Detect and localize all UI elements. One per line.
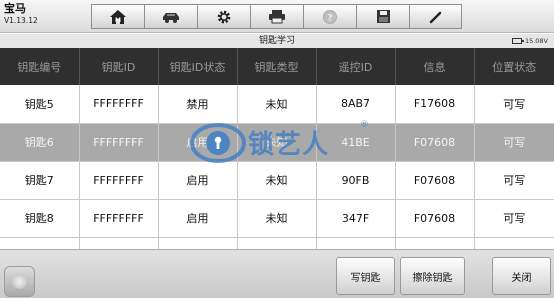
key-id-status-cell: 启用 <box>158 123 238 162</box>
remote-id-cell: 347F <box>316 199 396 238</box>
key-type-cell: 未知 <box>237 199 317 238</box>
key-id-cell: FFFFFFFF <box>79 199 159 238</box>
gear-icon <box>217 10 231 23</box>
key-type-cell: 未知 <box>237 123 317 162</box>
key-id-status-cell: 启用 <box>158 199 238 238</box>
home-button[interactable]: M <box>91 4 144 29</box>
table-row[interactable]: 钥匙5 FFFFFFFF 禁用 未知 8AB7 F17608 可写 <box>0 85 554 124</box>
vehicle-brand: 宝马 <box>4 2 26 15</box>
slot-status-cell: 可写 <box>474 123 554 162</box>
key-table: 钥匙编号 钥匙ID 钥匙ID状态 钥匙类型 遥控ID 信息 位置状态 钥匙5 F… <box>0 48 554 276</box>
column-header: 钥匙ID <box>79 48 159 85</box>
slot-status-cell: 可写 <box>474 161 554 200</box>
page-title-bar: 钥匙学习 15.08V <box>0 34 554 48</box>
svg-text:M: M <box>115 17 121 24</box>
close-button[interactable]: 关闭 <box>492 257 551 295</box>
slot-status-cell: 可写 <box>474 85 554 124</box>
edit-button[interactable] <box>409 4 462 29</box>
bottom-action-bar: 写钥匙 擦除钥匙 关闭 <box>0 249 554 298</box>
print-button[interactable] <box>250 4 303 29</box>
software-version: V1.13.12 <box>4 15 38 25</box>
column-header: 遥控ID <box>316 48 396 85</box>
save-button[interactable] <box>356 4 409 29</box>
key-id-cell: FFFFFFFF <box>79 161 159 200</box>
key-number-cell: 钥匙5 <box>0 85 80 124</box>
erase-key-button[interactable]: 擦除钥匙 <box>400 257 465 295</box>
slot-status-cell: 可写 <box>474 199 554 238</box>
svg-text:?: ? <box>327 13 332 23</box>
help-icon: ? <box>323 9 337 24</box>
brand-block: 宝马 V1.13.12 <box>4 3 38 24</box>
remote-id-cell: 8AB7 <box>316 85 396 124</box>
vehicle-swap-button[interactable] <box>144 4 197 29</box>
toolbar-buttons: M ? <box>91 4 471 29</box>
battery-icon <box>511 38 524 44</box>
table-row-selected[interactable]: 钥匙6 FFFFFFFF 启用 未知 41BE F07608 可写 <box>0 123 554 162</box>
help-button[interactable]: ? <box>303 4 356 29</box>
vehicle-swap-icon <box>163 12 179 23</box>
top-toolbar: 宝马 V1.13.12 M ? <box>0 0 554 33</box>
table-header-row: 钥匙编号 钥匙ID 钥匙ID状态 钥匙类型 遥控ID 信息 位置状态 <box>0 48 554 85</box>
info-cell: F17608 <box>395 85 475 124</box>
battery-voltage: 15.08V <box>524 37 548 45</box>
key-type-cell: 未知 <box>237 85 317 124</box>
column-header: 钥匙ID状态 <box>158 48 238 85</box>
table-row[interactable]: 钥匙8 FFFFFFFF 启用 未知 347F F07608 可写 <box>0 199 554 238</box>
column-header: 位置状态 <box>474 48 554 85</box>
key-number-cell: 钥匙7 <box>0 161 80 200</box>
key-id-cell: FFFFFFFF <box>79 123 159 162</box>
column-header: 钥匙类型 <box>237 48 317 85</box>
table-row[interactable]: 钥匙7 FFFFFFFF 启用 未知 90FB F07608 可写 <box>0 161 554 200</box>
device-home-button[interactable] <box>4 266 35 297</box>
column-header: 信息 <box>395 48 475 85</box>
key-id-status-cell: 禁用 <box>158 85 238 124</box>
remote-id-cell: 90FB <box>316 161 396 200</box>
key-number-cell: 钥匙8 <box>0 199 80 238</box>
key-number-cell: 钥匙6 <box>0 123 80 162</box>
key-type-cell: 未知 <box>237 161 317 200</box>
info-cell: F07608 <box>395 123 475 162</box>
pen-icon <box>429 11 441 23</box>
save-icon <box>376 10 390 23</box>
info-cell: F07608 <box>395 161 475 200</box>
key-id-status-cell: 启用 <box>158 161 238 200</box>
page-title: 钥匙学习 <box>258 36 295 46</box>
settings-button[interactable] <box>197 4 250 29</box>
info-cell: F07608 <box>395 199 475 238</box>
write-key-button[interactable]: 写钥匙 <box>336 257 395 295</box>
printer-icon <box>269 10 285 24</box>
column-header: 钥匙编号 <box>0 48 80 85</box>
home-icon: M <box>110 9 126 24</box>
battery-status: 15.08V <box>511 34 548 48</box>
remote-id-cell: 41BE <box>316 123 396 162</box>
key-id-cell: FFFFFFFF <box>79 85 159 124</box>
